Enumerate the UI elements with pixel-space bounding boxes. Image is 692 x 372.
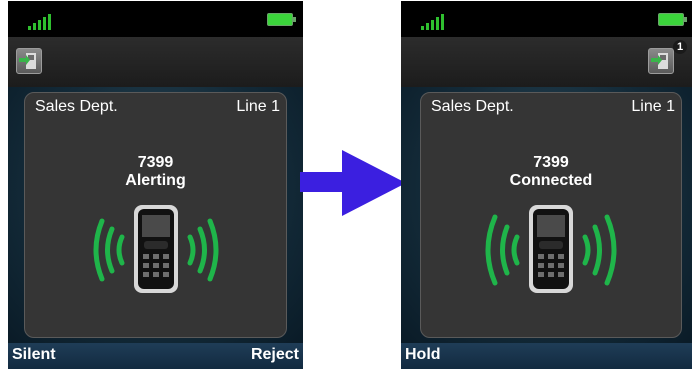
screen-area: Sales Dept. Line 1 7399 Connected [401, 87, 692, 343]
transition-arrow-icon [300, 150, 406, 216]
active-call-count-badge: 1 [673, 40, 687, 54]
reject-softkey[interactable]: Reject [251, 346, 299, 364]
line-label: Line 1 [631, 98, 675, 115]
ringing-phone-icon [93, 205, 218, 293]
battery-icon [267, 13, 296, 26]
signal-strength-icon [28, 14, 51, 30]
call-status: Connected [509, 172, 593, 189]
hold-softkey[interactable]: Hold [405, 346, 441, 364]
line-label: Line 1 [236, 98, 280, 115]
call-icon[interactable] [16, 48, 42, 74]
signal-strength-icon [421, 14, 444, 30]
call-card: Sales Dept. Line 1 7399 Alerting [24, 92, 287, 338]
call-card: Sales Dept. Line 1 7399 Connected [420, 92, 682, 338]
caller-number: 7399 [137, 154, 174, 171]
softkey-bar: Silent Reject [8, 343, 303, 369]
caller-name: Sales Dept. [35, 98, 118, 115]
silent-softkey[interactable]: Silent [12, 346, 56, 364]
action-bar: 1 [401, 37, 692, 87]
call-status: Alerting [125, 172, 186, 189]
softkey-bar: Hold [401, 343, 692, 369]
status-bar [401, 1, 692, 37]
status-bar [8, 1, 303, 37]
phone-screen-alerting: Sales Dept. Line 1 7399 Alerting Silent … [8, 1, 303, 369]
caller-name: Sales Dept. [431, 98, 514, 115]
phone-screen-connected: 1 Sales Dept. Line 1 7399 Connected Hold [401, 1, 692, 369]
call-icon[interactable] [648, 48, 674, 74]
screen-area: Sales Dept. Line 1 7399 Alerting [8, 87, 303, 343]
caller-number: 7399 [533, 154, 569, 171]
active-call-phone-icon [485, 205, 617, 293]
battery-icon [658, 13, 687, 26]
action-bar [8, 37, 303, 87]
